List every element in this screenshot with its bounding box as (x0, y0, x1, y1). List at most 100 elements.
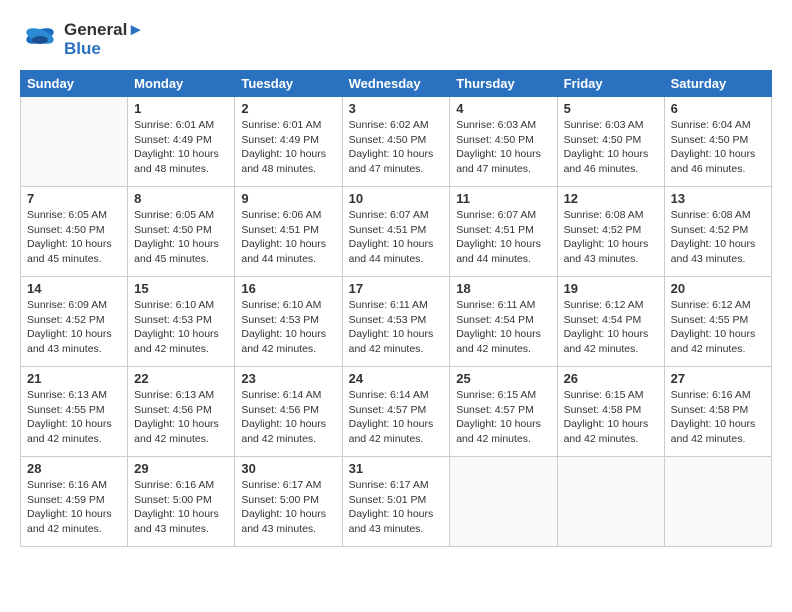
day-info: Sunrise: 6:08 AM Sunset: 4:52 PM Dayligh… (564, 208, 658, 267)
logo: General► Blue (20, 20, 144, 60)
calendar-cell: 7 Sunrise: 6:05 AM Sunset: 4:50 PM Daylig… (21, 187, 128, 277)
day-info: Sunrise: 6:15 AM Sunset: 4:57 PM Dayligh… (456, 388, 550, 447)
day-number: 30 (241, 461, 335, 476)
day-number: 12 (564, 191, 658, 206)
calendar-cell: 28 Sunrise: 6:16 AM Sunset: 4:59 PM Dayli… (21, 457, 128, 547)
logo-icon (20, 20, 60, 60)
day-info: Sunrise: 6:10 AM Sunset: 4:53 PM Dayligh… (134, 298, 228, 357)
calendar-cell: 25 Sunrise: 6:15 AM Sunset: 4:57 PM Dayli… (450, 367, 557, 457)
day-number: 4 (456, 101, 550, 116)
day-number: 9 (241, 191, 335, 206)
day-number: 14 (27, 281, 121, 296)
day-number: 1 (134, 101, 228, 116)
day-info: Sunrise: 6:14 AM Sunset: 4:56 PM Dayligh… (241, 388, 335, 447)
day-info: Sunrise: 6:13 AM Sunset: 4:56 PM Dayligh… (134, 388, 228, 447)
calendar-header-row: SundayMondayTuesdayWednesdayThursdayFrid… (21, 71, 772, 97)
calendar-cell: 31Sunrise: 6:17 AM Sunset: 5:01 PM Dayli… (342, 457, 450, 547)
calendar-cell: 19Sunrise: 6:12 AM Sunset: 4:54 PM Dayli… (557, 277, 664, 367)
day-info: Sunrise: 6:02 AM Sunset: 4:50 PM Dayligh… (349, 118, 444, 177)
day-number: 19 (564, 281, 658, 296)
day-number: 21 (27, 371, 121, 386)
day-info: Sunrise: 6:03 AM Sunset: 4:50 PM Dayligh… (456, 118, 550, 177)
calendar-cell: 27 Sunrise: 6:16 AM Sunset: 4:58 PM Dayli… (664, 367, 771, 457)
day-info: Sunrise: 6:07 AM Sunset: 4:51 PM Dayligh… (349, 208, 444, 267)
calendar-cell: 11Sunrise: 6:07 AM Sunset: 4:51 PM Dayli… (450, 187, 557, 277)
calendar-header-wednesday: Wednesday (342, 71, 450, 97)
calendar-week-row: 7 Sunrise: 6:05 AM Sunset: 4:50 PM Daylig… (21, 187, 772, 277)
calendar-cell: 26 Sunrise: 6:15 AM Sunset: 4:58 PM Dayli… (557, 367, 664, 457)
calendar-cell: 22 Sunrise: 6:13 AM Sunset: 4:56 PM Dayli… (128, 367, 235, 457)
calendar-cell: 9 Sunrise: 6:06 AM Sunset: 4:51 PM Daylig… (235, 187, 342, 277)
calendar-week-row: 14 Sunrise: 6:09 AM Sunset: 4:52 PM Dayli… (21, 277, 772, 367)
calendar-cell (557, 457, 664, 547)
calendar-cell: 3 Sunrise: 6:02 AM Sunset: 4:50 PM Daylig… (342, 97, 450, 187)
day-info: Sunrise: 6:17 AM Sunset: 5:01 PM Dayligh… (349, 478, 444, 537)
day-number: 17 (349, 281, 444, 296)
calendar-cell: 24 Sunrise: 6:14 AM Sunset: 4:57 PM Dayli… (342, 367, 450, 457)
calendar-cell: 8 Sunrise: 6:05 AM Sunset: 4:50 PM Daylig… (128, 187, 235, 277)
calendar-cell: 29 Sunrise: 6:16 AM Sunset: 5:00 PM Dayli… (128, 457, 235, 547)
day-number: 18 (456, 281, 550, 296)
day-number: 29 (134, 461, 228, 476)
day-info: Sunrise: 6:15 AM Sunset: 4:58 PM Dayligh… (564, 388, 658, 447)
day-info: Sunrise: 6:01 AM Sunset: 4:49 PM Dayligh… (241, 118, 335, 177)
day-info: Sunrise: 6:09 AM Sunset: 4:52 PM Dayligh… (27, 298, 121, 357)
calendar-cell (664, 457, 771, 547)
day-info: Sunrise: 6:01 AM Sunset: 4:49 PM Dayligh… (134, 118, 228, 177)
day-number: 16 (241, 281, 335, 296)
calendar-cell (21, 97, 128, 187)
day-info: Sunrise: 6:17 AM Sunset: 5:00 PM Dayligh… (241, 478, 335, 537)
day-number: 2 (241, 101, 335, 116)
calendar-header-saturday: Saturday (664, 71, 771, 97)
calendar-cell: 4 Sunrise: 6:03 AM Sunset: 4:50 PM Daylig… (450, 97, 557, 187)
day-info: Sunrise: 6:12 AM Sunset: 4:55 PM Dayligh… (671, 298, 765, 357)
calendar-header-sunday: Sunday (21, 71, 128, 97)
day-info: Sunrise: 6:11 AM Sunset: 4:54 PM Dayligh… (456, 298, 550, 357)
day-number: 15 (134, 281, 228, 296)
calendar-header-monday: Monday (128, 71, 235, 97)
day-info: Sunrise: 6:05 AM Sunset: 4:50 PM Dayligh… (27, 208, 121, 267)
day-info: Sunrise: 6:14 AM Sunset: 4:57 PM Dayligh… (349, 388, 444, 447)
calendar-cell: 6Sunrise: 6:04 AM Sunset: 4:50 PM Daylig… (664, 97, 771, 187)
day-number: 6 (671, 101, 765, 116)
calendar-week-row: 21 Sunrise: 6:13 AM Sunset: 4:55 PM Dayli… (21, 367, 772, 457)
day-info: Sunrise: 6:16 AM Sunset: 4:58 PM Dayligh… (671, 388, 765, 447)
calendar-cell: 23Sunrise: 6:14 AM Sunset: 4:56 PM Dayli… (235, 367, 342, 457)
calendar-cell: 16 Sunrise: 6:10 AM Sunset: 4:53 PM Dayli… (235, 277, 342, 367)
logo-text: General► Blue (64, 21, 144, 58)
day-info: Sunrise: 6:11 AM Sunset: 4:53 PM Dayligh… (349, 298, 444, 357)
day-info: Sunrise: 6:03 AM Sunset: 4:50 PM Dayligh… (564, 118, 658, 177)
calendar-cell: 17 Sunrise: 6:11 AM Sunset: 4:53 PM Dayli… (342, 277, 450, 367)
day-number: 28 (27, 461, 121, 476)
day-info: Sunrise: 6:08 AM Sunset: 4:52 PM Dayligh… (671, 208, 765, 267)
day-number: 22 (134, 371, 228, 386)
calendar-cell: 1 Sunrise: 6:01 AM Sunset: 4:49 PM Daylig… (128, 97, 235, 187)
day-number: 7 (27, 191, 121, 206)
calendar-cell: 20Sunrise: 6:12 AM Sunset: 4:55 PM Dayli… (664, 277, 771, 367)
calendar-cell: 15 Sunrise: 6:10 AM Sunset: 4:53 PM Dayli… (128, 277, 235, 367)
day-info: Sunrise: 6:05 AM Sunset: 4:50 PM Dayligh… (134, 208, 228, 267)
calendar-cell: 2 Sunrise: 6:01 AM Sunset: 4:49 PM Daylig… (235, 97, 342, 187)
day-number: 26 (564, 371, 658, 386)
calendar-header-friday: Friday (557, 71, 664, 97)
calendar-header-thursday: Thursday (450, 71, 557, 97)
calendar-cell: 5 Sunrise: 6:03 AM Sunset: 4:50 PM Daylig… (557, 97, 664, 187)
day-number: 8 (134, 191, 228, 206)
day-info: Sunrise: 6:06 AM Sunset: 4:51 PM Dayligh… (241, 208, 335, 267)
day-info: Sunrise: 6:16 AM Sunset: 5:00 PM Dayligh… (134, 478, 228, 537)
day-info: Sunrise: 6:16 AM Sunset: 4:59 PM Dayligh… (27, 478, 121, 537)
day-number: 10 (349, 191, 444, 206)
day-number: 5 (564, 101, 658, 116)
day-number: 24 (349, 371, 444, 386)
page-header: General► Blue (20, 20, 772, 60)
calendar-cell: 18 Sunrise: 6:11 AM Sunset: 4:54 PM Dayli… (450, 277, 557, 367)
day-number: 13 (671, 191, 765, 206)
day-info: Sunrise: 6:10 AM Sunset: 4:53 PM Dayligh… (241, 298, 335, 357)
day-number: 3 (349, 101, 444, 116)
day-number: 25 (456, 371, 550, 386)
calendar-cell: 30 Sunrise: 6:17 AM Sunset: 5:00 PM Dayli… (235, 457, 342, 547)
day-info: Sunrise: 6:13 AM Sunset: 4:55 PM Dayligh… (27, 388, 121, 447)
day-number: 27 (671, 371, 765, 386)
calendar-cell: 10 Sunrise: 6:07 AM Sunset: 4:51 PM Dayli… (342, 187, 450, 277)
calendar-cell: 13 Sunrise: 6:08 AM Sunset: 4:52 PM Dayli… (664, 187, 771, 277)
